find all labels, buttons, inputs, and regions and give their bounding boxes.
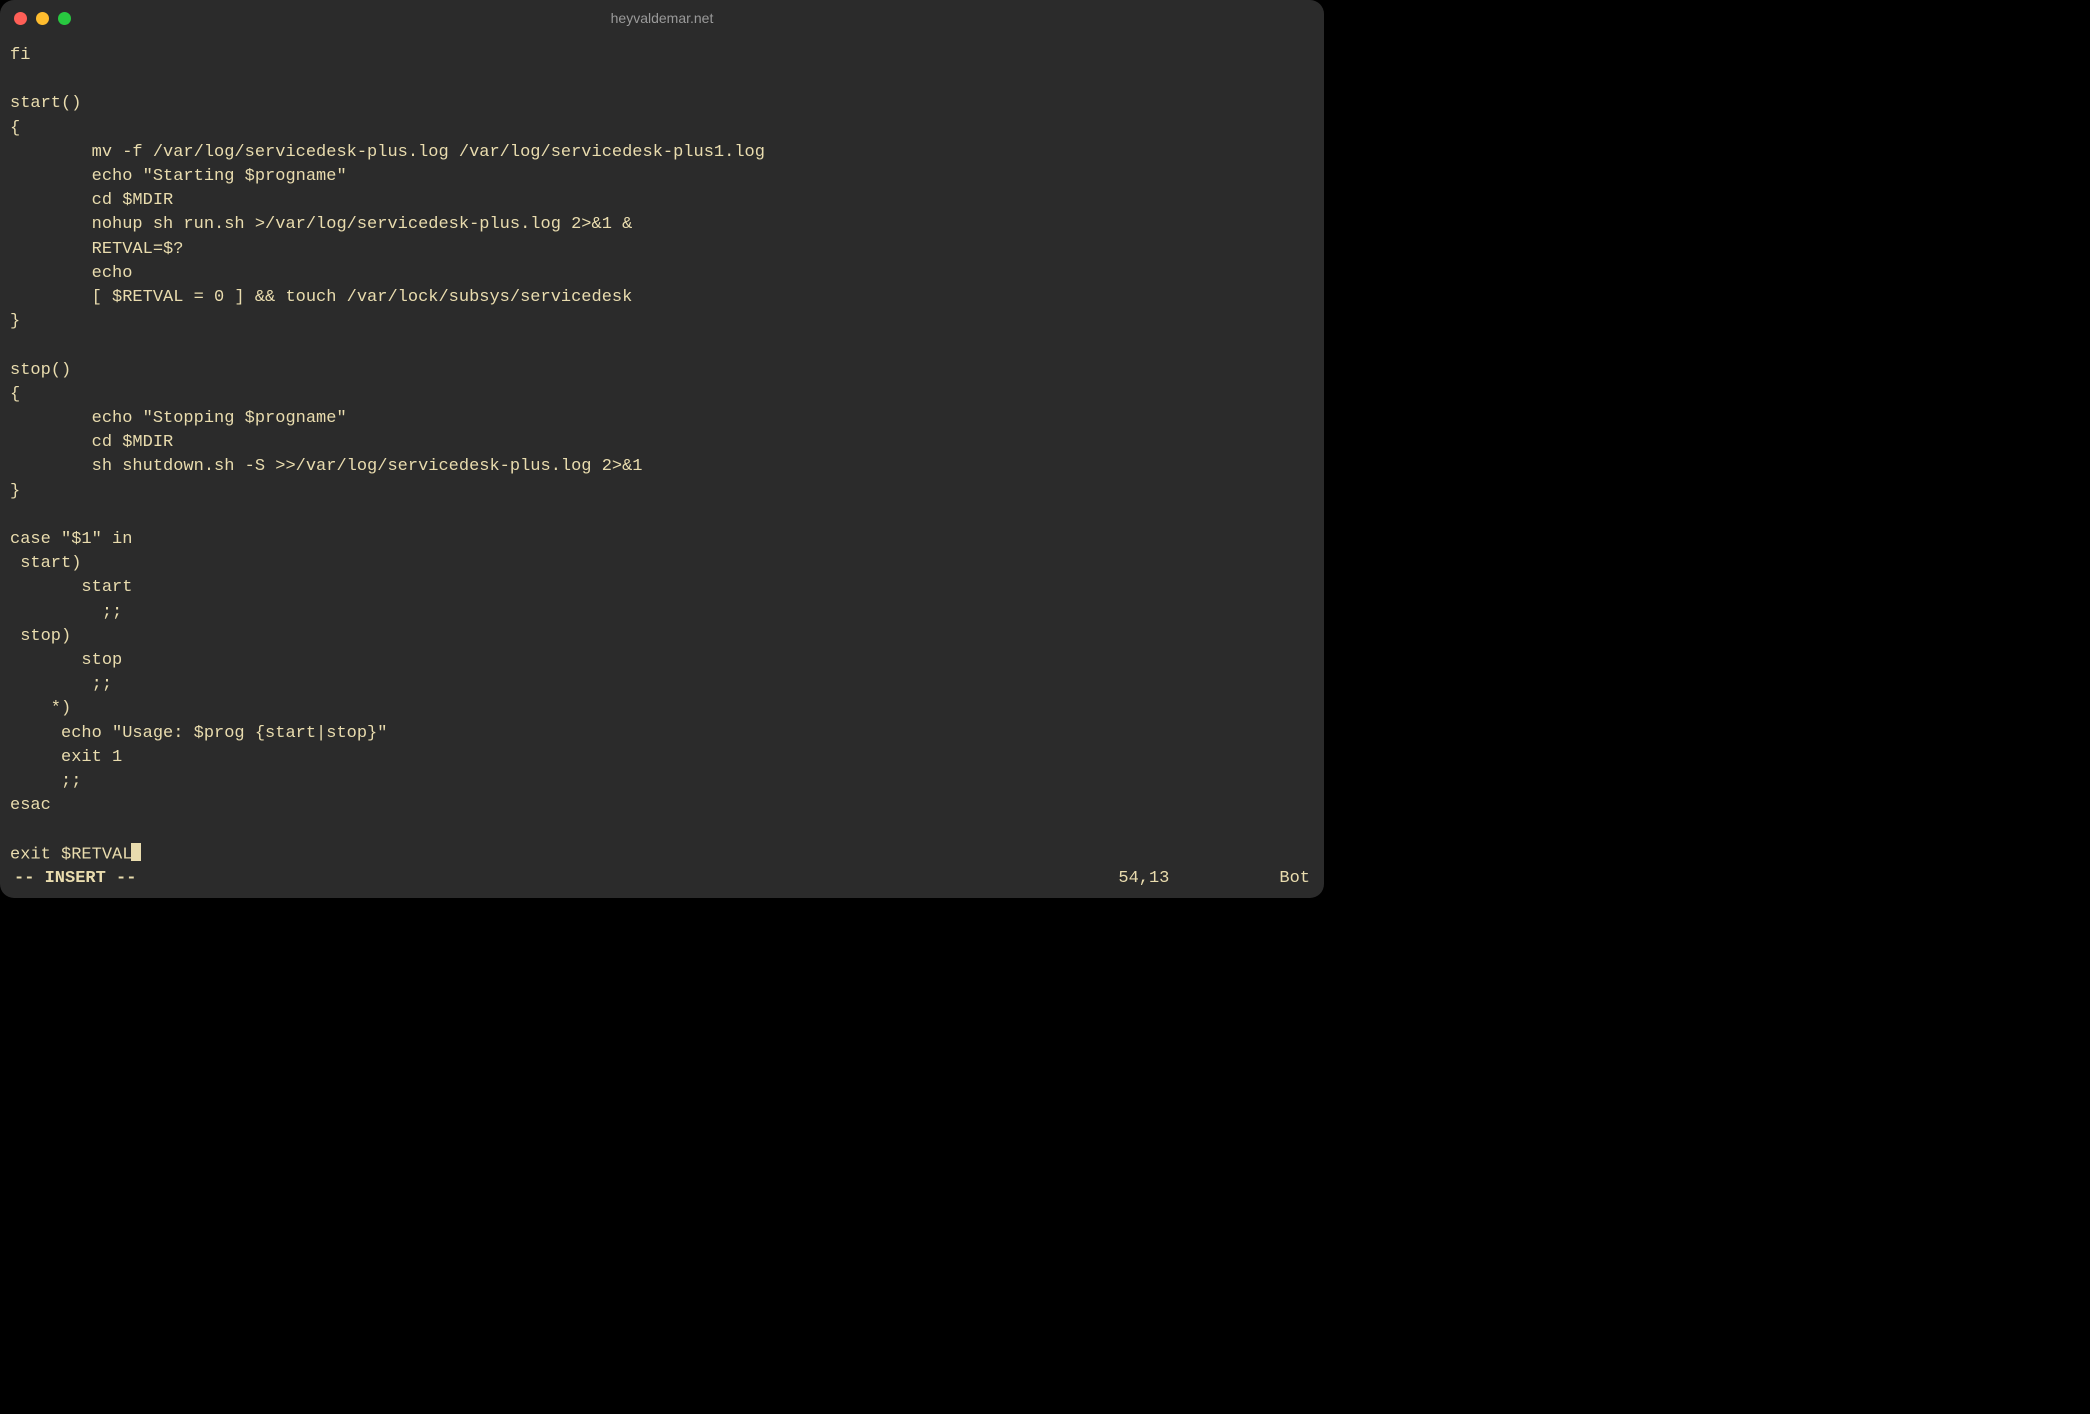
code-line: ;; bbox=[10, 770, 1314, 794]
code-line: esac bbox=[10, 794, 1314, 818]
scroll-position: Bot bbox=[1279, 869, 1310, 888]
code-line: exit 1 bbox=[10, 746, 1314, 770]
window-title: heyvaldemar.net bbox=[0, 10, 1324, 26]
editor-mode: -- INSERT -- bbox=[14, 869, 136, 888]
code-line: stop) bbox=[10, 625, 1314, 649]
code-line bbox=[10, 334, 1314, 358]
code-line: [ $RETVAL = 0 ] && touch /var/lock/subsy… bbox=[10, 286, 1314, 310]
code-line: cd $MDIR bbox=[10, 189, 1314, 213]
code-line: exit $RETVAL bbox=[10, 843, 1314, 864]
code-line bbox=[10, 504, 1314, 528]
code-line: } bbox=[10, 310, 1314, 334]
terminal-window: heyvaldemar.net fi start(){ mv -f /var/l… bbox=[0, 0, 1324, 898]
titlebar: heyvaldemar.net bbox=[0, 0, 1324, 36]
cursor-position: 54,13 bbox=[1118, 869, 1169, 888]
code-line: { bbox=[10, 117, 1314, 141]
editor-area[interactable]: fi start(){ mv -f /var/log/servicedesk-p… bbox=[0, 36, 1324, 864]
code-line: start bbox=[10, 576, 1314, 600]
code-line: *) bbox=[10, 697, 1314, 721]
code-line: ;; bbox=[10, 673, 1314, 697]
cursor-icon bbox=[131, 843, 141, 862]
code-line: stop() bbox=[10, 359, 1314, 383]
code-line bbox=[10, 819, 1314, 843]
code-line: case "$1" in bbox=[10, 528, 1314, 552]
code-line: stop bbox=[10, 649, 1314, 673]
code-line: { bbox=[10, 383, 1314, 407]
code-line: echo bbox=[10, 262, 1314, 286]
close-icon[interactable] bbox=[14, 12, 27, 25]
code-line: ;; bbox=[10, 601, 1314, 625]
minimize-icon[interactable] bbox=[36, 12, 49, 25]
code-line: } bbox=[10, 480, 1314, 504]
zoom-icon[interactable] bbox=[58, 12, 71, 25]
code-line: mv -f /var/log/servicedesk-plus.log /var… bbox=[10, 141, 1314, 165]
code-line: sh shutdown.sh -S >>/var/log/servicedesk… bbox=[10, 455, 1314, 479]
code-line: echo "Stopping $progname" bbox=[10, 407, 1314, 431]
window-controls bbox=[0, 12, 71, 25]
code-line: echo "Usage: $prog {start|stop}" bbox=[10, 722, 1314, 746]
code-line: fi bbox=[10, 44, 1314, 68]
code-line: RETVAL=$? bbox=[10, 238, 1314, 262]
code-line: nohup sh run.sh >/var/log/servicedesk-pl… bbox=[10, 213, 1314, 237]
code-line: echo "Starting $progname" bbox=[10, 165, 1314, 189]
code-line: cd $MDIR bbox=[10, 431, 1314, 455]
code-line bbox=[10, 68, 1314, 92]
status-bar: -- INSERT -- 54,13 Bot bbox=[0, 864, 1324, 898]
code-line: start() bbox=[10, 92, 1314, 116]
code-line: start) bbox=[10, 552, 1314, 576]
